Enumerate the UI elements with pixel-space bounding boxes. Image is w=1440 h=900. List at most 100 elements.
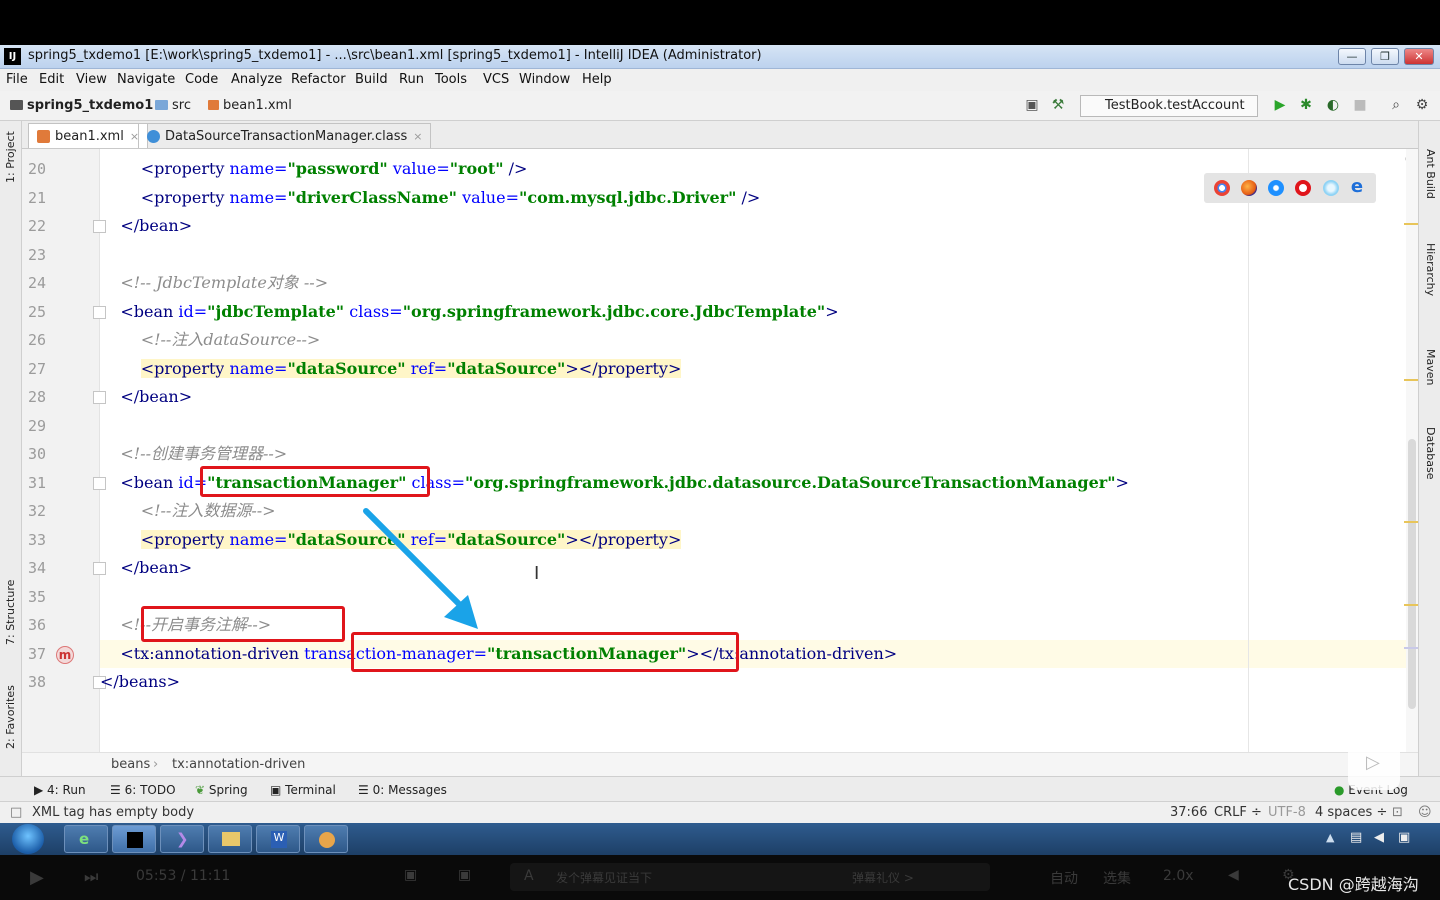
database-tool-tab[interactable]: Database bbox=[1424, 427, 1437, 480]
terminal-tool-button[interactable]: ▣ Terminal bbox=[270, 783, 336, 797]
breadcrumb-beans[interactable]: beans bbox=[111, 757, 150, 772]
code-line[interactable]: </bean> bbox=[100, 383, 192, 411]
start-button[interactable] bbox=[12, 824, 44, 854]
scrollbar-thumb[interactable] bbox=[1408, 439, 1416, 709]
auto-quality-button[interactable]: 自动 bbox=[1050, 868, 1078, 888]
tab-bean1-xml[interactable]: bean1.xml × bbox=[28, 123, 149, 148]
menu-window[interactable]: Window bbox=[519, 72, 570, 87]
code-line[interactable]: <property name="driverClassName" value="… bbox=[100, 184, 761, 212]
favorites-tool-tab[interactable]: 2: Favorites bbox=[4, 685, 17, 749]
tray-volume-icon[interactable]: ◀ bbox=[1374, 830, 1384, 845]
code-line[interactable]: </beans> bbox=[100, 668, 180, 696]
ant-build-tool-tab[interactable]: Ant Build bbox=[1424, 149, 1437, 199]
menu-file[interactable]: File bbox=[6, 72, 28, 87]
danmaku-input[interactable]: A 发个弹幕见证当下 弹幕礼仪 > bbox=[510, 863, 990, 891]
taskbar-explorer[interactable] bbox=[208, 825, 252, 853]
menu-code[interactable]: Code bbox=[185, 72, 218, 87]
code-line[interactable]: <!--注入dataSource--> bbox=[100, 326, 321, 354]
menu-refactor[interactable]: Refactor bbox=[291, 72, 346, 87]
next-icon[interactable]: ⏭ bbox=[84, 867, 98, 887]
stop-icon[interactable]: ■ bbox=[1352, 97, 1368, 113]
run-icon[interactable]: ▶ bbox=[1272, 97, 1288, 113]
taskbar-word[interactable]: W bbox=[256, 825, 300, 853]
spring-tool-button[interactable]: ❦ Spring bbox=[195, 783, 248, 797]
scroll-marker[interactable] bbox=[1404, 647, 1418, 649]
taskbar-intellij[interactable] bbox=[112, 825, 156, 853]
menu-analyze[interactable]: Analyze bbox=[231, 72, 282, 87]
lock-icon[interactable]: ⊡ bbox=[1392, 805, 1403, 820]
messages-tool-button[interactable]: ☰ 0: Messages bbox=[358, 783, 447, 797]
taskbar-ie[interactable]: e bbox=[64, 825, 108, 853]
status-window-icon[interactable]: □ bbox=[10, 805, 22, 820]
implementation-marker-icon[interactable]: m bbox=[56, 645, 74, 664]
build-hammer-icon[interactable]: ⚒ bbox=[1050, 97, 1066, 113]
scroll-marker[interactable] bbox=[1404, 521, 1418, 523]
menu-build[interactable]: Build bbox=[355, 72, 388, 87]
close-button[interactable]: ✕ bbox=[1404, 48, 1434, 65]
firefox-icon[interactable] bbox=[1241, 180, 1257, 196]
taskbar-app[interactable] bbox=[304, 825, 348, 853]
volume-icon[interactable]: ◀ bbox=[1228, 867, 1239, 883]
search-icon[interactable]: ⌕ bbox=[1388, 97, 1404, 113]
danmaku-settings-icon[interactable]: ▣ bbox=[458, 867, 471, 883]
code-line[interactable]: </bean> bbox=[100, 212, 192, 240]
play-icon[interactable]: ▶ bbox=[30, 867, 44, 888]
run-configuration-select[interactable]: TestBook.testAccount ⌄ bbox=[1080, 95, 1258, 127]
maven-tool-tab[interactable]: Maven bbox=[1424, 349, 1437, 385]
tray-arrow-icon[interactable]: ▲ bbox=[1326, 831, 1334, 844]
code-line[interactable]: <!--创建事务管理器--> bbox=[100, 440, 287, 468]
menu-help[interactable]: Help bbox=[582, 72, 612, 87]
restore-button[interactable]: ❐ bbox=[1371, 48, 1399, 65]
nav-src[interactable]: src bbox=[155, 98, 191, 113]
menu-navigate[interactable]: Navigate bbox=[117, 72, 175, 87]
window-title-bar[interactable]: IJ spring5_txdemo1 [E:\work\spring5_txde… bbox=[0, 45, 1440, 69]
safari-icon[interactable] bbox=[1268, 180, 1284, 196]
code-line[interactable]: <bean id="jdbcTemplate" class="org.sprin… bbox=[100, 298, 838, 326]
file-encoding[interactable]: UTF-8 bbox=[1268, 805, 1306, 820]
edge-icon[interactable]: e bbox=[1349, 178, 1365, 196]
scroll-marker[interactable] bbox=[1404, 223, 1418, 225]
tray-device-icon[interactable]: ▤ bbox=[1350, 830, 1362, 845]
indent-setting[interactable]: 4 spaces ÷ bbox=[1315, 805, 1387, 820]
structure-tool-tab[interactable]: 7: Structure bbox=[4, 580, 17, 645]
debug-icon[interactable]: ✱ bbox=[1298, 97, 1314, 113]
inspector-icon[interactable]: ☺ bbox=[1418, 805, 1432, 820]
menu-tools[interactable]: Tools bbox=[435, 72, 467, 87]
project-structure-icon[interactable]: ▣ bbox=[1024, 97, 1040, 113]
opera-icon[interactable] bbox=[1295, 180, 1311, 196]
code-line[interactable]: </bean> bbox=[100, 554, 192, 582]
menu-run[interactable]: Run bbox=[399, 72, 424, 87]
taskbar-vs[interactable]: ❯ bbox=[160, 825, 204, 853]
code-line[interactable]: <property name="dataSource" ref="dataSou… bbox=[100, 355, 682, 383]
project-tool-tab[interactable]: 1: Project bbox=[4, 131, 17, 183]
run-tool-button[interactable]: ▶ 4: Run bbox=[34, 783, 86, 797]
code-line[interactable]: <property name="password" value="root" /… bbox=[100, 155, 528, 183]
tab-datasource-transaction-manager[interactable]: DataSourceTransactionManager.class × bbox=[138, 123, 432, 148]
speed-button[interactable]: 2.0x bbox=[1163, 868, 1194, 884]
code-line[interactable]: <!--注入数据源--> bbox=[100, 497, 276, 525]
vertical-scrollbar[interactable] bbox=[1406, 149, 1418, 752]
scroll-marker[interactable] bbox=[1404, 604, 1418, 606]
menu-vcs[interactable]: VCS bbox=[483, 72, 509, 87]
tv-floating-icon[interactable]: ▷ bbox=[1348, 740, 1400, 790]
menu-edit[interactable]: Edit bbox=[39, 72, 64, 87]
breadcrumb-annotation-driven[interactable]: tx:annotation-driven bbox=[172, 757, 305, 772]
nav-file[interactable]: bean1.xml bbox=[208, 98, 292, 113]
hierarchy-tool-tab[interactable]: Hierarchy bbox=[1424, 243, 1437, 296]
settings-icon[interactable]: ⚙ bbox=[1414, 97, 1430, 113]
menu-view[interactable]: View bbox=[76, 72, 107, 87]
danmaku-etiquette-link[interactable]: 弹幕礼仪 > bbox=[852, 869, 914, 886]
chrome-icon[interactable] bbox=[1214, 180, 1230, 196]
episodes-button[interactable]: 选集 bbox=[1103, 868, 1131, 888]
coverage-icon[interactable]: ◐ bbox=[1325, 97, 1341, 113]
line-separator[interactable]: CRLF ÷ bbox=[1214, 805, 1262, 820]
todo-tool-button[interactable]: ☰ 6: TODO bbox=[110, 783, 176, 797]
code-line[interactable]: <!-- JdbcTemplate对象 --> bbox=[100, 269, 328, 297]
caret-position[interactable]: 37:66 bbox=[1170, 805, 1207, 820]
yandex-icon[interactable] bbox=[1323, 180, 1339, 196]
tray-network-icon[interactable]: ▣ bbox=[1398, 830, 1410, 845]
nav-project[interactable]: spring5_txdemo1 bbox=[10, 98, 153, 113]
danmaku-toggle-icon[interactable]: ▣ bbox=[404, 867, 417, 883]
scroll-marker[interactable] bbox=[1404, 379, 1418, 381]
minimize-button[interactable]: — bbox=[1338, 48, 1366, 65]
